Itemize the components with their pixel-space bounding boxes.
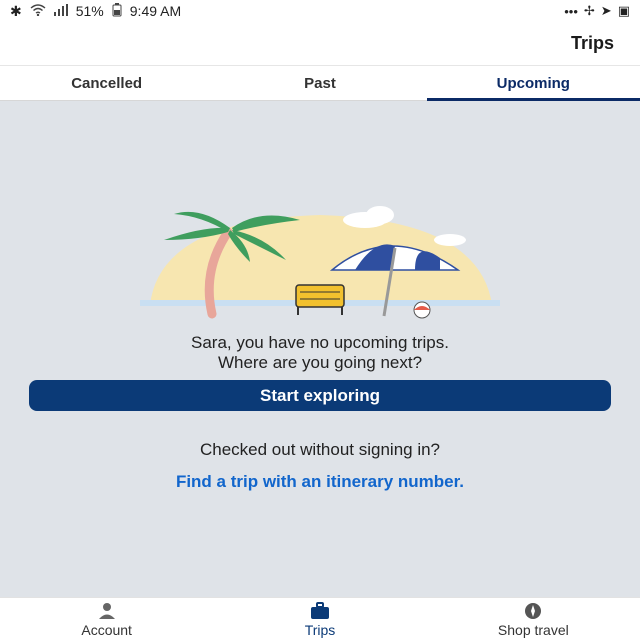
suitcase-icon — [310, 601, 329, 619]
send-icon: ➤ — [600, 3, 612, 18]
person-icon — [98, 602, 115, 619]
page-title: Trips — [570, 33, 614, 53]
nav-label: Trips — [304, 621, 336, 638]
bluetooth-icon: ✱ — [10, 2, 22, 19]
trip-tabs: Cancelled Past Upcoming — [0, 66, 640, 101]
signal-icon — [53, 3, 68, 19]
checked-out-text: Checked out without signing in? — [199, 440, 441, 459]
tab-upcoming[interactable]: Upcoming — [426, 66, 640, 101]
app-header: Trips — [0, 22, 640, 66]
tab-label: Past — [304, 74, 336, 92]
battery-icon — [112, 2, 122, 20]
wifi-icon — [30, 3, 46, 19]
beach-illustration — [140, 206, 500, 319]
nav-trips[interactable]: Trips — [213, 598, 426, 641]
tab-cancelled[interactable]: Cancelled — [0, 66, 213, 100]
fan-icon: ✢ — [583, 3, 595, 18]
gallery-icon: ▣ — [617, 3, 630, 18]
battery-percent: 51% — [75, 3, 104, 19]
tab-label: Cancelled — [71, 74, 143, 92]
status-time: 9:49 AM — [129, 3, 182, 19]
nav-label: Account — [81, 621, 132, 638]
tab-label: Upcoming — [496, 74, 570, 92]
status-bar: ✱ 51% 9:49 AM ••• ✢ ➤ ▣ — [0, 0, 640, 22]
find-trip-link[interactable]: Find a trip with an itinerary number. — [0, 472, 640, 492]
bottom-nav: Account Trips Shop travel — [0, 597, 640, 641]
tab-past[interactable]: Past — [213, 66, 426, 100]
status-right: ••• ✢ ➤ ▣ — [564, 3, 630, 19]
start-exploring-button[interactable]: Start exploring — [29, 380, 611, 411]
empty-message-line2: Where are you going next? — [217, 353, 423, 372]
nav-label: Shop travel — [497, 621, 569, 638]
compass-icon — [525, 602, 542, 619]
status-left: ✱ 51% 9:49 AM — [10, 2, 182, 20]
empty-message-line1: Sara, you have no upcoming trips. — [191, 333, 449, 352]
more-icon: ••• — [564, 3, 578, 19]
nav-account[interactable]: Account — [0, 598, 213, 641]
nav-shop-travel[interactable]: Shop travel — [427, 598, 640, 641]
